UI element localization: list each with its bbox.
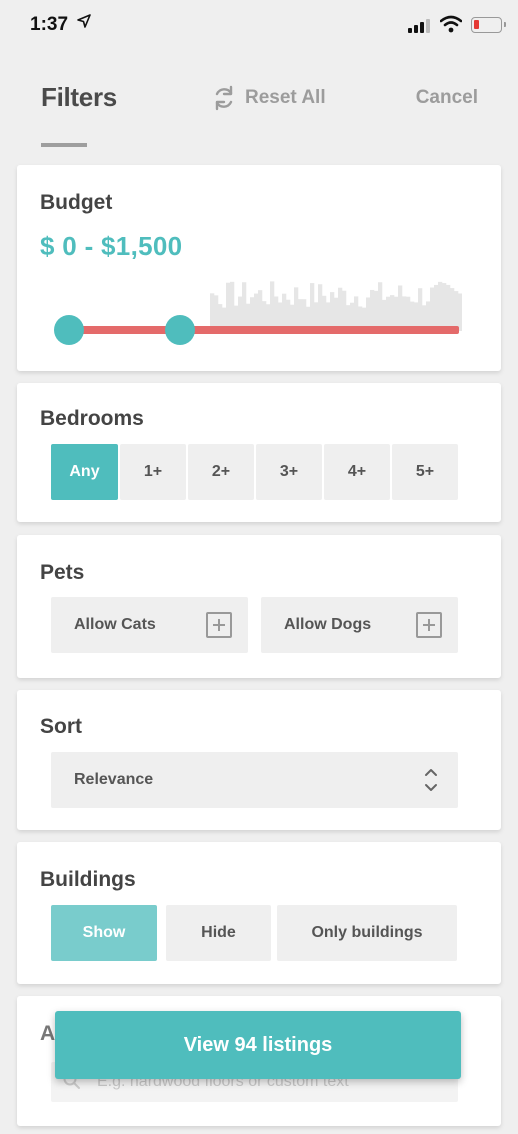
buildings-option-show[interactable]: Show [51, 905, 157, 961]
price-histogram [210, 281, 462, 331]
buildings-title: Buildings [40, 868, 136, 891]
allow-cats-button[interactable]: Allow Cats [51, 597, 248, 653]
histogram-bar [438, 281, 443, 331]
histogram-bar [454, 291, 459, 331]
bedrooms-option-4[interactable]: 4+ [324, 444, 390, 500]
budget-max-handle[interactable] [165, 315, 195, 345]
histogram-bar [370, 289, 375, 331]
signal-icon [408, 19, 430, 33]
allow-dogs-button[interactable]: Allow Dogs [261, 597, 458, 653]
amenities-title: A [40, 1022, 56, 1045]
reset-all-label: Reset All [245, 87, 326, 108]
histogram-bar [338, 287, 343, 331]
histogram-bar [310, 283, 315, 331]
cancel-button[interactable]: Cancel [416, 87, 478, 109]
bedrooms-option-3[interactable]: 3+ [256, 444, 322, 500]
reset-all-button[interactable]: Reset All [211, 84, 326, 112]
bedrooms-option-5[interactable]: 5+ [392, 444, 458, 500]
histogram-bar [374, 290, 379, 331]
allow-dogs-label: Allow Dogs [284, 616, 372, 633]
tab-underline [41, 143, 87, 147]
buildings-card: Buildings Show Hide Only buildings [17, 842, 501, 984]
histogram-bar [342, 290, 347, 331]
pets-title: Pets [40, 561, 85, 584]
histogram-bar [226, 282, 231, 331]
sort-title: Sort [40, 715, 82, 738]
budget-card: Budget $ 0 - $1,500 [17, 165, 501, 371]
bedrooms-option-any[interactable]: Any [51, 444, 118, 500]
view-listings-button[interactable]: View 94 listings [55, 1011, 461, 1079]
histogram-bar [318, 284, 323, 331]
histogram-bar [378, 282, 383, 331]
bedrooms-option-1[interactable]: 1+ [120, 444, 186, 500]
histogram-bar [458, 293, 462, 331]
histogram-bar [230, 281, 235, 331]
plus-square-icon [206, 612, 232, 638]
buildings-option-hide[interactable]: Hide [166, 905, 271, 961]
status-bar: 1:37 [0, 0, 518, 52]
histogram-bar [294, 287, 299, 331]
pets-card: Pets Allow Cats Allow Dogs [17, 535, 501, 678]
allow-cats-label: Allow Cats [74, 616, 156, 633]
histogram-bar [418, 288, 423, 331]
tab-filters[interactable]: Filters [41, 82, 117, 113]
refresh-icon [211, 85, 237, 111]
budget-min-handle[interactable] [54, 315, 84, 345]
location-arrow-icon [77, 14, 91, 31]
histogram-bar [434, 284, 439, 331]
chevron-up-down-icon [424, 766, 438, 794]
sort-card: Sort Relevance [17, 690, 501, 830]
histogram-bar [398, 285, 403, 331]
battery-icon [471, 17, 506, 33]
sort-select[interactable]: Relevance [51, 752, 458, 808]
filters-header: Filters Reset All Cancel [0, 70, 518, 150]
histogram-bar [242, 282, 247, 331]
budget-range: $ 0 - $1,500 [40, 231, 183, 261]
histogram-bar [446, 284, 451, 331]
histogram-bar [270, 281, 275, 331]
plus-square-icon [416, 612, 442, 638]
status-time: 1:37 [30, 14, 69, 35]
histogram-bar [442, 283, 447, 331]
bedrooms-option-2[interactable]: 2+ [188, 444, 254, 500]
bedrooms-card: Bedrooms Any 1+ 2+ 3+ 4+ 5+ [17, 383, 501, 522]
histogram-bar [430, 287, 435, 331]
budget-title: Budget [40, 191, 113, 214]
histogram-bar [450, 288, 455, 331]
histogram-bar [258, 290, 263, 331]
budget-slider-track[interactable] [69, 326, 459, 334]
buildings-option-only[interactable]: Only buildings [277, 905, 457, 961]
wifi-icon [439, 15, 463, 33]
sort-value: Relevance [74, 771, 154, 788]
bedrooms-title: Bedrooms [40, 407, 144, 430]
